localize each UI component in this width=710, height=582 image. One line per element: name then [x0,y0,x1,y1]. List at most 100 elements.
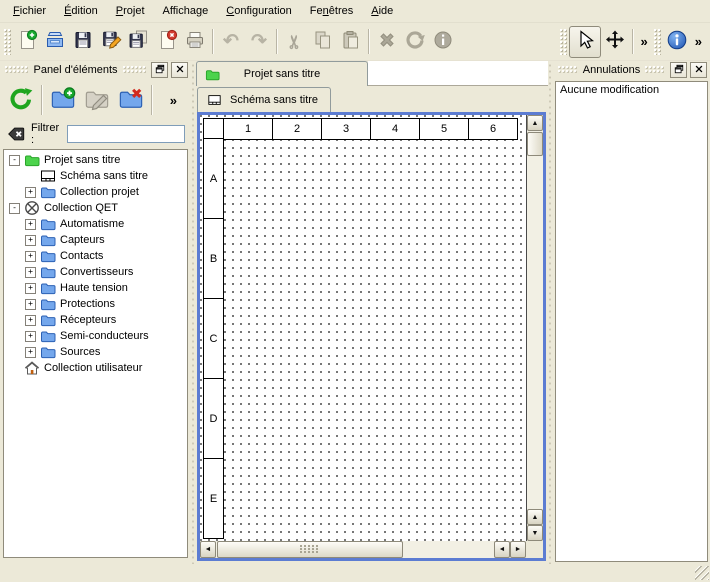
expand-expander[interactable]: + [25,251,36,262]
move-tool-button[interactable] [601,28,629,56]
tree-item-collection-utilisateur[interactable]: Collection utilisateur [4,360,187,376]
tree-item-sources[interactable]: +Sources [4,344,187,360]
tree-item-label: Contacts [60,250,103,262]
scroll-left-button[interactable]: ◄ [494,541,510,558]
scroll-right-button[interactable]: ► [510,541,526,558]
toolbar-drag-handle[interactable] [654,29,661,55]
scroll-left-button[interactable]: ◄ [200,541,216,558]
menu-fentres[interactable]: Fenêtres [301,2,362,20]
menu-configuration[interactable]: Configuration [217,2,301,20]
tree-item-sch-ma-sans-titre[interactable]: Schéma sans titre [4,168,187,184]
tree-item-automatisme[interactable]: +Automatisme [4,216,187,232]
expand-expander[interactable]: + [25,331,36,342]
print-icon [184,29,206,54]
clear-filter-icon[interactable] [6,124,26,144]
elements-tree[interactable]: -Projet sans titreSchéma sans titre+Coll… [3,149,188,558]
cut-icon: ✂ [286,34,304,49]
delete-icon [376,29,398,54]
expand-expander[interactable]: + [25,347,36,358]
tree-item-label: Projet sans titre [44,154,120,166]
new-category-button[interactable] [46,83,80,117]
about-button[interactable] [663,28,691,56]
delete-category-button[interactable] [114,83,148,117]
tree-item-semi-conducteurs[interactable]: + Semi-conducteurs [4,328,187,344]
move-icon [604,29,626,54]
row-header-C: C [203,298,224,379]
schema-canvas[interactable]: 123456 ABCDE [200,115,526,541]
expand-expander[interactable]: + [25,235,36,246]
vertical-scroll-thumb[interactable] [527,132,543,156]
column-headers: 123456 [203,118,518,140]
tree-item-r-cepteurs[interactable]: +Récepteurs [4,312,187,328]
folder-icon [40,280,56,296]
horizontal-scroll-thumb[interactable] [217,541,403,558]
vertical-scrollbar[interactable]: ▲ ▲ ▼ [526,115,543,541]
menu-aide[interactable]: Aide [362,2,402,20]
save-all-button[interactable] [125,28,153,56]
tree-item-haute-tension[interactable]: +Haute tension [4,280,187,296]
tree-item-projet-sans-titre[interactable]: - Projet sans titre [4,152,187,168]
expand-expander[interactable]: + [25,219,36,230]
expand-expander[interactable]: + [25,283,36,294]
save-as-button[interactable] [97,28,125,56]
scroll-up-button[interactable]: ▲ [527,115,543,131]
redo-button: ↷ [245,28,273,56]
tab-project[interactable]: Projet sans titre [196,61,368,86]
dock-float-button[interactable] [151,62,168,78]
elements-panel-titlebar[interactable]: Panel d'éléments [0,61,191,79]
dock-float-button[interactable] [670,62,687,78]
window-resize-grip[interactable] [695,566,709,580]
toolbar-separator [368,29,370,54]
expand-expander[interactable]: + [25,267,36,278]
open-button[interactable] [41,28,69,56]
undo-button: ↶ [217,28,245,56]
schema-icon [40,168,56,184]
panel-overflow-chevron[interactable]: » [166,93,181,108]
menu-fichier[interactable]: Fichier [4,2,55,20]
vertical-scroll-track[interactable] [527,156,543,509]
tree-item-collection-qet[interactable]: -Collection QET [4,200,187,216]
tree-item-collection-projet[interactable]: +Collection projet [4,184,187,200]
undo-history-item[interactable]: Aucune modification [558,83,705,97]
collapse-expander[interactable]: - [9,203,20,214]
tab-schema[interactable]: Schéma sans titre [197,87,331,112]
dock-close-button[interactable] [171,62,188,78]
scroll-up-button[interactable]: ▲ [527,509,543,525]
dock-grip [123,66,146,74]
menu-affichage[interactable]: Affichage [154,2,218,20]
horizontal-scroll-track[interactable] [403,541,494,558]
filter-input[interactable] [67,125,185,143]
tree-item-convertisseurs[interactable]: +Convertisseurs [4,264,187,280]
tree-item-capteurs[interactable]: +Capteurs [4,232,187,248]
horizontal-scrollbar[interactable]: ◄ ◄ ► [200,541,526,558]
menu-dition[interactable]: Édition [55,2,107,20]
new-document-button[interactable] [13,28,41,56]
print-button[interactable] [181,28,209,56]
select-tool-button[interactable] [569,26,601,58]
menu-bar: FichierÉditionProjetAffichageConfigurati… [0,0,710,23]
expand-expander[interactable]: + [25,299,36,310]
menu-projet[interactable]: Projet [107,2,154,20]
tree-item-label: Semi-conducteurs [60,330,149,342]
undo-history-list[interactable]: Aucune modification [555,81,708,562]
tree-item-protections[interactable]: +Protections [4,296,187,312]
toolbar-drag-handle[interactable] [4,29,11,55]
toolbar-overflow-chevron[interactable]: » [691,34,706,49]
save-button[interactable] [69,28,97,56]
tree-item-contacts[interactable]: + Contacts [4,248,187,264]
close-document-button[interactable] [153,28,181,56]
undo-dock-titlebar[interactable]: Annulations [553,61,710,79]
select-cursor-icon [574,29,596,54]
schema-view[interactable]: 123456 ABCDE ▲ ▲ ▼ ◄ ◄ ► [197,112,546,561]
reload-collections-button[interactable] [4,83,38,117]
project-tab-label: Projet sans titre [244,68,320,80]
toolbar-drag-handle[interactable] [560,29,567,55]
thumb-grip [300,545,320,554]
dock-close-button[interactable] [690,62,707,78]
expand-expander[interactable]: + [25,187,36,198]
toolbar-overflow-chevron[interactable]: » [637,34,652,49]
column-header-5: 5 [419,118,469,140]
scroll-down-button[interactable]: ▼ [527,525,543,541]
expand-expander[interactable]: + [25,315,36,326]
collapse-expander[interactable]: - [9,155,20,166]
